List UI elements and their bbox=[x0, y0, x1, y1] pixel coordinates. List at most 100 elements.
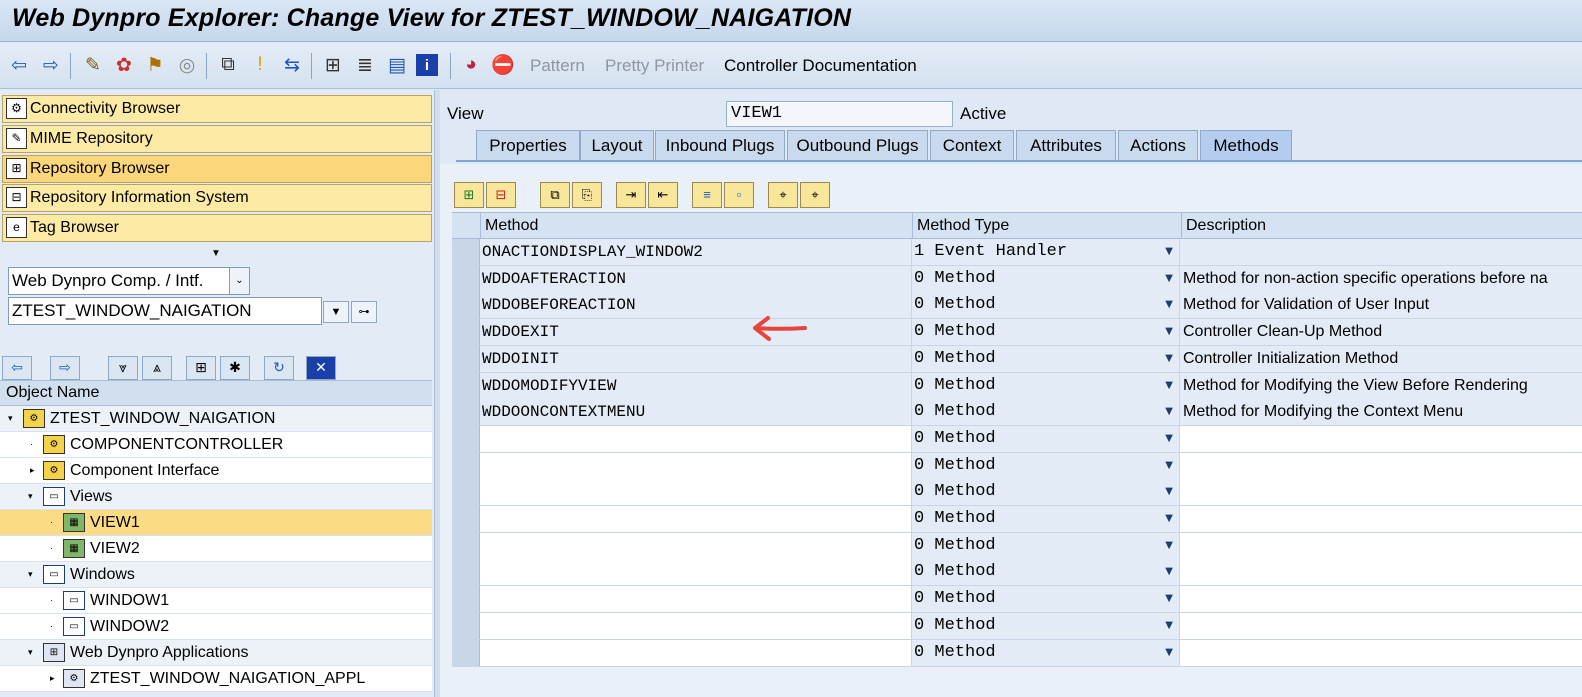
method-cell[interactable] bbox=[480, 452, 912, 479]
pattern-button[interactable]: Pattern bbox=[530, 56, 585, 76]
tab-attributes[interactable]: Attributes bbox=[1016, 130, 1116, 160]
description-cell[interactable] bbox=[1181, 479, 1582, 506]
dropdown-triangle-icon[interactable]: ▼ bbox=[1165, 373, 1173, 399]
description-cell[interactable] bbox=[1181, 239, 1582, 265]
activate-icon[interactable]: ⚑ bbox=[142, 52, 168, 78]
row-selector[interactable] bbox=[452, 639, 480, 666]
row-selector[interactable] bbox=[452, 372, 480, 399]
dropdown-triangle-icon[interactable]: ▼ bbox=[1165, 479, 1173, 505]
tree-node-views[interactable]: ▾ ▭ Views bbox=[0, 484, 432, 510]
method-type-select[interactable]: 0 Method ▼ bbox=[912, 479, 1180, 506]
tab-methods[interactable]: Methods bbox=[1200, 130, 1292, 160]
table-row[interactable]: WDDOBEFOREACTION 0 Method ▼ Method for Vali… bbox=[452, 292, 1582, 320]
back-arrow-icon[interactable]: ⇦ bbox=[6, 52, 32, 78]
tree-node-application[interactable]: ▸ ⚙ ZTEST_WINDOW_NAIGATION_APPL bbox=[0, 666, 432, 692]
pencil-glasses-icon[interactable]: ✎ bbox=[80, 52, 106, 78]
method-cell[interactable]: ONACTIONDISPLAY_WINDOW2 bbox=[480, 239, 912, 265]
description-cell[interactable] bbox=[1181, 559, 1582, 586]
description-cell[interactable] bbox=[1181, 425, 1582, 452]
description-cell[interactable] bbox=[1181, 586, 1582, 613]
table-row[interactable]: WDDOEXIT 0 Method ▼ Controller Clean-Up Met… bbox=[452, 319, 1582, 347]
table-row[interactable]: WDDOONCONTEXTMENU 0 Method ▼ Method for Mod… bbox=[452, 399, 1582, 427]
collapse-arrow-icon[interactable]: ▼ bbox=[211, 248, 221, 259]
method-type-select[interactable]: 0 Method ▼ bbox=[912, 612, 1180, 639]
description-cell[interactable]: Method for Modifying the Context Menu bbox=[1181, 399, 1582, 425]
description-cell[interactable]: Method for non-action specific operation… bbox=[1181, 266, 1582, 292]
method-cell[interactable] bbox=[480, 586, 912, 613]
method-type-select[interactable]: 0 Method ▼ bbox=[912, 319, 1180, 346]
method-type-select[interactable]: 0 Method ▼ bbox=[912, 452, 1180, 479]
tree-node-component[interactable]: ▾ ⚙ ZTEST_WINDOW_NAIGATION bbox=[0, 406, 432, 432]
tab-context[interactable]: Context bbox=[930, 130, 1014, 160]
forward-arrow-icon[interactable]: ⇨ bbox=[38, 52, 64, 78]
square-icon[interactable]: ▫ bbox=[724, 182, 754, 208]
method-type-select[interactable]: 0 Method ▼ bbox=[912, 399, 1180, 426]
list-icon[interactable]: ▤ bbox=[384, 52, 410, 78]
controller-documentation-button[interactable]: Controller Documentation bbox=[724, 56, 917, 76]
row-selector[interactable] bbox=[452, 425, 480, 452]
tab-inbound-plugs[interactable]: Inbound Plugs bbox=[655, 130, 785, 160]
dropdown-triangle-icon[interactable]: ▼ bbox=[1165, 292, 1173, 318]
import-icon[interactable]: ⇥ bbox=[616, 182, 646, 208]
method-cell[interactable] bbox=[480, 506, 912, 532]
row-selector[interactable] bbox=[452, 265, 480, 292]
row-selector[interactable] bbox=[452, 319, 480, 346]
method-type-select[interactable]: 0 Method ▼ bbox=[912, 292, 1180, 319]
description-cell[interactable]: Controller Clean-Up Method bbox=[1181, 319, 1582, 345]
method-cell[interactable] bbox=[480, 532, 912, 559]
pretty-printer-button[interactable]: Pretty Printer bbox=[605, 56, 704, 76]
expand-all-icon[interactable]: ⩓ bbox=[142, 356, 172, 380]
row-selector[interactable] bbox=[452, 612, 480, 639]
stop-icon[interactable]: ⛔ bbox=[490, 52, 516, 78]
method-cell[interactable] bbox=[480, 425, 912, 452]
tab-outbound-plugs[interactable]: Outbound Plugs bbox=[787, 130, 928, 160]
dropdown-triangle-icon[interactable]: ▼ bbox=[323, 301, 349, 323]
next-object-icon[interactable]: ⇨ bbox=[50, 356, 80, 380]
table-row[interactable]: 0 Method ▼ bbox=[452, 479, 1582, 507]
expand-arrow-icon[interactable]: ▾ bbox=[8, 406, 13, 431]
insert-row-icon[interactable]: ⊞ bbox=[454, 182, 484, 208]
info-icon[interactable]: i bbox=[416, 54, 438, 76]
dropdown-triangle-icon[interactable]: ▼ bbox=[1165, 319, 1173, 345]
table-row[interactable]: WDDOAFTERACTION 0 Method ▼ Method for non-a… bbox=[452, 265, 1582, 293]
other-object-icon[interactable]: ✿ bbox=[111, 52, 137, 78]
expand-arrow-icon[interactable]: ▸ bbox=[50, 666, 55, 691]
dropdown-triangle-icon[interactable]: ▼ bbox=[1165, 453, 1173, 479]
find-next-icon[interactable]: ⌖ bbox=[800, 182, 830, 208]
method-type-select[interactable]: 0 Method ▼ bbox=[912, 639, 1180, 666]
row-selector[interactable] bbox=[452, 532, 480, 559]
object-type-select[interactable]: Web Dynpro Comp. / Intf. ⌄ bbox=[8, 267, 250, 295]
tree-icon[interactable]: ⊞ bbox=[320, 52, 346, 78]
row-selector[interactable] bbox=[452, 479, 480, 506]
method-cell[interactable]: WDDOONCONTEXTMENU bbox=[480, 399, 912, 426]
close-icon[interactable]: ✕ bbox=[306, 356, 336, 380]
method-type-select[interactable]: 0 Method ▼ bbox=[912, 345, 1180, 372]
method-type-select[interactable]: 0 Method ▼ bbox=[912, 265, 1180, 292]
dropdown-triangle-icon[interactable]: ▼ bbox=[1165, 426, 1173, 452]
connectivity-browser-button[interactable]: ⚙ Connectivity Browser bbox=[2, 95, 432, 123]
row-selector[interactable] bbox=[452, 399, 480, 426]
tree-node-component-interface[interactable]: ▸ ⚙ Component Interface bbox=[0, 458, 432, 484]
tree-node-componentcontroller[interactable]: · ⚙ COMPONENTCONTROLLER bbox=[0, 432, 432, 458]
row-selector[interactable] bbox=[452, 345, 480, 372]
view-name-field[interactable]: VIEW1 bbox=[726, 101, 953, 127]
previous-object-icon[interactable]: ⇦ bbox=[2, 356, 32, 380]
chevron-down-icon[interactable]: ⌄ bbox=[229, 268, 249, 294]
export-icon[interactable]: ⇤ bbox=[648, 182, 678, 208]
dropdown-triangle-icon[interactable]: ▼ bbox=[1165, 239, 1173, 265]
row-selector[interactable] bbox=[452, 506, 480, 532]
stack-icon[interactable]: ≣ bbox=[352, 52, 378, 78]
table-row[interactable]: WDDOINIT 0 Method ▼ Controller Initializati… bbox=[452, 345, 1582, 373]
tag-browser-button[interactable]: e Tag Browser bbox=[2, 214, 432, 242]
find-icon[interactable]: ⌖ bbox=[768, 182, 798, 208]
column-header-method[interactable]: Method bbox=[480, 213, 912, 238]
bookmark-icon[interactable]: ✱ bbox=[220, 356, 250, 380]
dropdown-triangle-icon[interactable]: ▼ bbox=[1165, 613, 1173, 639]
table-row[interactable]: ONACTIONDISPLAY_WINDOW2 1 Event Handler ▼ bbox=[452, 239, 1582, 266]
expand-arrow-icon[interactable]: ▾ bbox=[28, 562, 33, 587]
dropdown-triangle-icon[interactable]: ▼ bbox=[1165, 586, 1173, 612]
method-cell[interactable] bbox=[480, 559, 912, 586]
copy-icon[interactable]: ⧉ bbox=[540, 182, 570, 208]
row-selector[interactable] bbox=[452, 586, 480, 613]
dropdown-triangle-icon[interactable]: ▼ bbox=[1165, 266, 1173, 292]
